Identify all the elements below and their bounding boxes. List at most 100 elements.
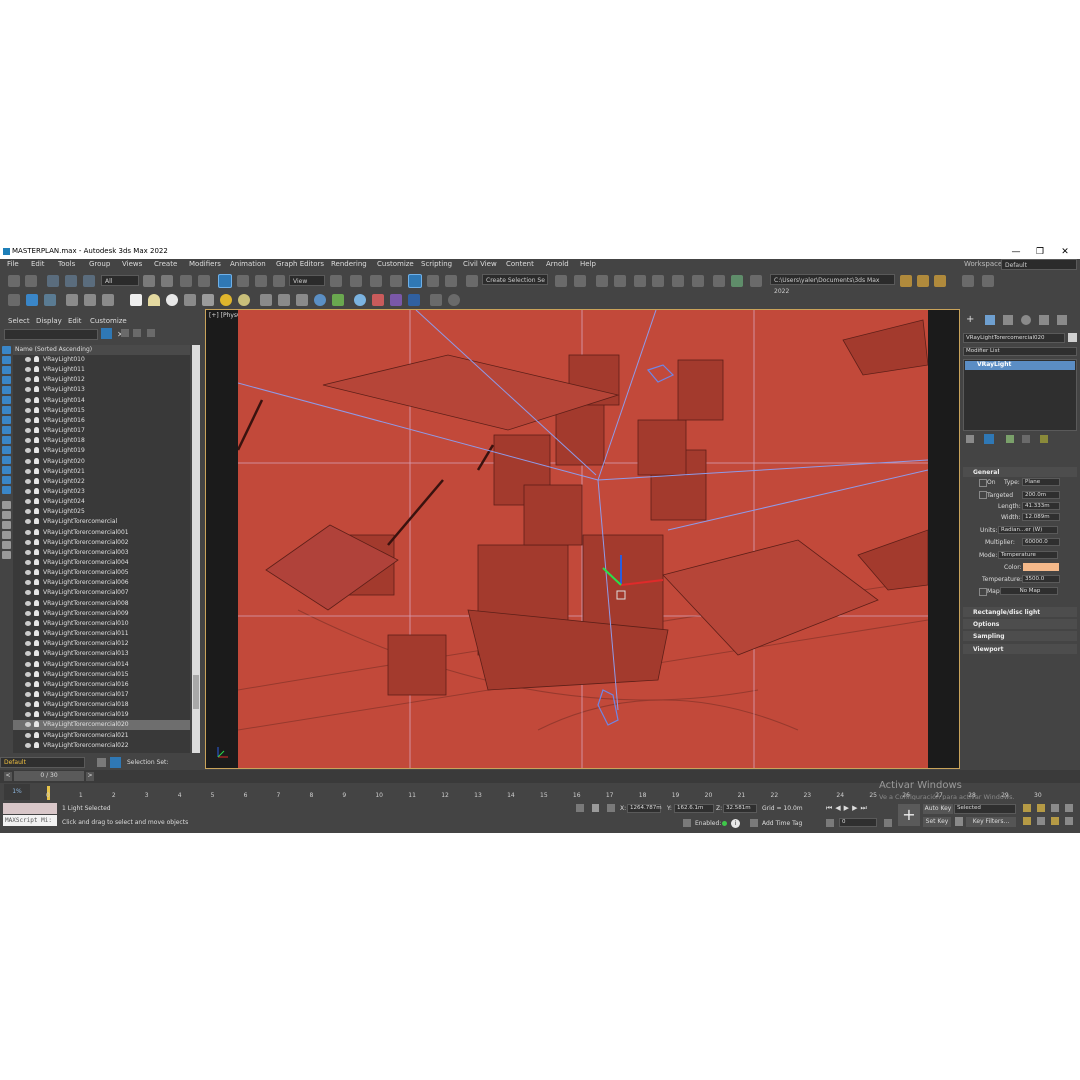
visibility-eye-icon[interactable] (25, 488, 31, 494)
length-field[interactable]: 41.333m (1022, 502, 1060, 510)
select-dependents-icon[interactable] (2, 531, 11, 539)
zoom-all-icon[interactable] (1037, 804, 1045, 812)
helper-filter-icon[interactable] (2, 386, 11, 394)
save-folder-icon[interactable] (934, 275, 946, 287)
group-filter-icon[interactable] (2, 406, 11, 414)
key-filter-icon[interactable] (955, 817, 963, 826)
spinner-snap-icon[interactable] (445, 275, 457, 287)
vray-light-icon[interactable] (66, 294, 78, 306)
frozen-filter-icon[interactable] (2, 446, 11, 454)
redo-icon[interactable] (25, 275, 37, 287)
visibility-eye-icon[interactable] (25, 641, 31, 647)
targeted-field[interactable]: 200.0m (1022, 491, 1060, 499)
visibility-eye-icon[interactable] (25, 407, 31, 413)
ies-light-icon[interactable] (84, 294, 96, 306)
sphere-icon[interactable] (166, 294, 178, 306)
targeted-checkbox[interactable] (979, 491, 987, 499)
modify-tab-icon[interactable] (985, 315, 995, 325)
time-config-icon[interactable] (884, 819, 892, 827)
place-icon[interactable] (273, 275, 285, 287)
info-icon[interactable]: i (731, 819, 740, 828)
shape-filter-icon[interactable] (2, 356, 11, 364)
list-item[interactable]: VRayLightTorercomercial (13, 517, 190, 527)
select-by-name-icon[interactable] (161, 275, 173, 287)
select-move-icon[interactable] (218, 274, 232, 288)
rollout-rectangle-disc-light[interactable]: Rectangle/disc light (963, 607, 1077, 617)
menu-group[interactable]: Group (89, 260, 110, 268)
list-item[interactable]: VRayLight022 (13, 477, 190, 487)
cone-icon[interactable] (202, 294, 214, 306)
rendered-frame-window-icon[interactable] (731, 275, 743, 287)
visibility-eye-icon[interactable] (25, 722, 31, 728)
visibility-eye-icon[interactable] (25, 570, 31, 576)
toggle-scene-explorer-icon[interactable] (596, 275, 608, 287)
maxscript-mini-listener[interactable]: MAXScript Mi: (3, 815, 57, 826)
z-coordinate-field[interactable]: 32.581m (723, 804, 757, 813)
orbit-icon[interactable] (1051, 817, 1059, 825)
menu-civil-view[interactable]: Civil View (463, 260, 497, 268)
edit-named-selection-icon[interactable] (466, 275, 478, 287)
project-path-field[interactable]: C:\Users\yaler\Documents\3ds Max 2022 (770, 274, 895, 295)
camera-filter-icon[interactable] (2, 376, 11, 384)
show-end-result-icon[interactable] (984, 434, 994, 444)
hierarchy-tab-icon[interactable] (1003, 315, 1013, 325)
list-item[interactable]: VRayLight015 (13, 406, 190, 416)
list-item[interactable]: VRayLightTorercomercial022 (13, 741, 190, 751)
utilities-tab-icon[interactable] (1057, 315, 1067, 325)
visibility-eye-icon[interactable] (25, 681, 31, 687)
workspace-tool2-icon[interactable] (982, 275, 994, 287)
list-item[interactable]: VRayLightTorercomercial008 (13, 599, 190, 609)
display-all-icon[interactable] (2, 466, 11, 474)
vray-render-icon[interactable] (26, 294, 38, 306)
display-none-icon[interactable] (2, 476, 11, 484)
multiplier-field[interactable]: 60000.0 (1022, 538, 1060, 546)
list-item[interactable]: VRayLight025 (13, 507, 190, 517)
visibility-eye-icon[interactable] (25, 519, 31, 525)
list-item[interactable]: VRayLight023 (13, 487, 190, 497)
menu-content[interactable]: Content (506, 260, 534, 268)
absolute-mode-icon[interactable] (607, 804, 615, 812)
explorer-scrollbar[interactable] (192, 345, 200, 753)
viewport-scene[interactable] (236, 309, 929, 768)
pivot-center-icon[interactable] (330, 275, 342, 287)
temperature-field[interactable]: 3500.0 (1022, 575, 1060, 583)
explorer-tab-edit[interactable]: Edit (68, 317, 82, 325)
menu-rendering[interactable]: Rendering (331, 260, 367, 268)
window-crossing-icon[interactable] (198, 275, 210, 287)
list-item[interactable]: VRayLight017 (13, 426, 190, 436)
list-item[interactable]: VRayLightTorercomercial009 (13, 609, 190, 619)
material-sphere-icon[interactable] (354, 294, 366, 306)
rollout-sampling[interactable]: Sampling (963, 631, 1077, 641)
map-checkbox[interactable] (979, 588, 987, 596)
spacewarp-filter-icon[interactable] (2, 396, 11, 404)
align-icon[interactable] (574, 275, 586, 287)
list-item[interactable]: VRayLightTorercomercial021 (13, 731, 190, 741)
visibility-eye-icon[interactable] (25, 468, 31, 474)
visibility-eye-icon[interactable] (25, 377, 31, 383)
list-item[interactable]: VRayLightTorercomercial001 (13, 528, 190, 538)
rollout-viewport[interactable]: Viewport (963, 644, 1077, 654)
select-scale-icon[interactable] (255, 275, 267, 287)
maxscript-listener-input[interactable] (3, 803, 57, 814)
units-dropdown[interactable]: Radian...er (W) (998, 526, 1058, 534)
dome-icon[interactable] (148, 294, 160, 306)
set-key-big-button[interactable]: + (898, 804, 920, 826)
zoom-extents-all-icon[interactable] (1065, 804, 1073, 812)
list-item[interactable]: VRayLight014 (13, 396, 190, 406)
selection-region-icon[interactable] (180, 275, 192, 287)
list-item[interactable]: VRayLightTorercomercial011 (13, 629, 190, 639)
maximize-viewport-icon[interactable] (1065, 817, 1073, 825)
list-item[interactable]: VRayLightTorercomercial020 (13, 720, 190, 731)
menu-create[interactable]: Create (154, 260, 177, 268)
visibility-eye-icon[interactable] (25, 478, 31, 484)
layer-stack-icon[interactable] (97, 758, 106, 767)
auto-expand-icon[interactable] (2, 511, 11, 519)
list-item[interactable]: VRayLight013 (13, 385, 190, 395)
bone-filter-icon[interactable] (2, 426, 11, 434)
visibility-eye-icon[interactable] (25, 560, 31, 565)
mini-curve-toggle[interactable]: 1% (4, 784, 30, 800)
selection-lock-icon[interactable] (592, 804, 599, 812)
visibility-eye-icon[interactable] (25, 549, 31, 555)
visibility-eye-icon[interactable] (25, 661, 31, 667)
list-header[interactable]: Name (Sorted Ascending) (13, 345, 190, 355)
